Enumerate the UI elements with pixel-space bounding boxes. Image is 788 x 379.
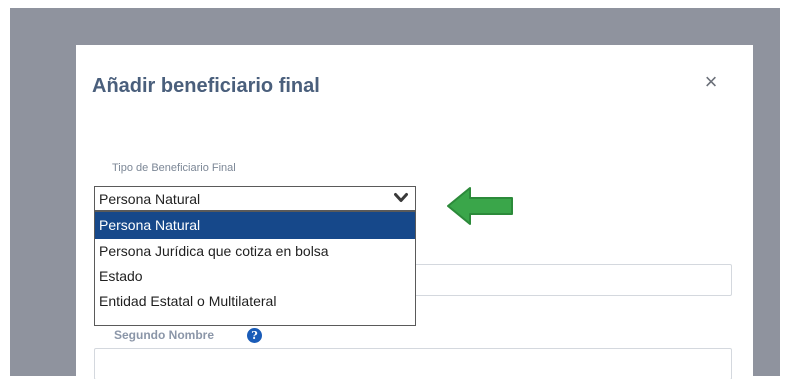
beneficiary-type-label: Tipo de Beneficiario Final [112,162,236,174]
arrow-left-icon [447,187,513,225]
dropdown-option-entidad-estatal[interactable]: Entidad Estatal o Multilateral [95,289,415,314]
dropdown-option-persona-natural[interactable]: Persona Natural [95,212,415,239]
second-name-input[interactable] [94,348,732,379]
close-icon[interactable]: × [700,69,722,95]
dropdown-option-persona-juridica[interactable]: Persona Jurídica que cotiza en bolsa [95,239,415,264]
select-current-value: Persona Natural [99,191,201,207]
info-icon[interactable]: ? [247,328,262,343]
modal-title: Añadir beneficiario final [92,75,320,97]
chevron-down-icon [394,193,408,202]
add-beneficiary-modal: Añadir beneficiario final × Tipo de Bene… [76,45,753,379]
beneficiary-type-select[interactable]: Persona Natural [94,186,416,211]
dropdown-option-estado[interactable]: Estado [95,264,415,289]
second-name-label: Segundo Nombre [114,328,215,342]
beneficiary-type-dropdown: Persona Natural Persona Jurídica que cot… [94,211,416,326]
